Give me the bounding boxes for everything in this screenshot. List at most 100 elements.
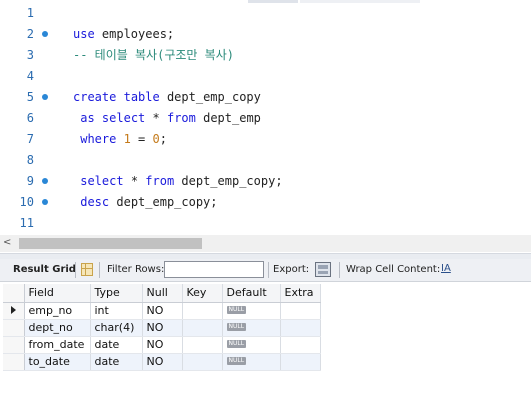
statement-marker-icon[interactable]: [42, 199, 48, 205]
cell-type[interactable]: char(4): [90, 319, 143, 337]
sql-keyword: table: [123, 90, 160, 104]
row-header[interactable]: [3, 319, 25, 337]
cell-type[interactable]: date: [90, 353, 143, 371]
code-text: desc dept_emp_copy;: [73, 192, 218, 213]
cell-default[interactable]: NULL: [222, 353, 281, 371]
cell-null[interactable]: NO: [142, 353, 183, 371]
sql-text: dept_emp_copy;: [109, 195, 218, 209]
sql-keyword: select: [101, 111, 146, 125]
cell-default[interactable]: NULL: [222, 319, 281, 337]
grid-icon[interactable]: [81, 263, 93, 276]
sql-keyword: as: [80, 111, 95, 125]
sql-keyword: create: [73, 90, 117, 104]
null-badge: NULL: [226, 340, 247, 348]
filter-rows-input[interactable]: [164, 261, 264, 278]
cell-type[interactable]: int: [90, 302, 143, 320]
editor-line[interactable]: 10 desc dept_emp_copy;: [0, 192, 531, 213]
statement-marker-icon[interactable]: [42, 178, 48, 184]
cell-key[interactable]: [182, 302, 223, 320]
sql-text: dept_emp: [195, 111, 261, 125]
sql-keyword: use: [73, 27, 95, 41]
line-number: 4: [26, 69, 34, 83]
column-header-null[interactable]: Null: [142, 284, 183, 303]
row-header[interactable]: [3, 336, 25, 354]
editor-line[interactable]: 9 select * from dept_emp_copy;: [0, 171, 531, 192]
sql-keyword: desc: [80, 195, 110, 209]
editor-line[interactable]: 6 as select * from dept_emp: [0, 108, 531, 129]
cell-type[interactable]: date: [90, 336, 143, 354]
wrap-cell-content-icon[interactable]: IA: [441, 263, 451, 274]
export-icon[interactable]: [315, 262, 331, 277]
sql-text: dept_emp_copy;: [174, 174, 283, 188]
line-number: 2: [26, 27, 34, 41]
editor-line[interactable]: 3 -- 테이블 복사(구조만 복사): [0, 45, 531, 66]
column-header-default[interactable]: Default: [222, 284, 281, 303]
cell-null[interactable]: NO: [142, 336, 183, 354]
row-header[interactable]: [3, 302, 25, 320]
column-header-extra[interactable]: Extra: [280, 284, 321, 303]
sql-text: ;: [159, 132, 167, 146]
editor-horizontal-scrollbar[interactable]: <: [0, 235, 531, 252]
column-header-type[interactable]: Type: [90, 284, 143, 303]
statement-marker-icon[interactable]: [42, 31, 48, 37]
cell-null[interactable]: NO: [142, 302, 183, 320]
table-row[interactable]: to_date date NO NULL: [3, 353, 321, 371]
cell-field[interactable]: dept_no: [24, 319, 91, 337]
table-row[interactable]: emp_no int NO NULL: [3, 302, 321, 320]
null-badge: NULL: [226, 357, 247, 365]
line-number: 1: [26, 6, 34, 20]
line-number: 9: [26, 174, 34, 188]
cell-extra[interactable]: [280, 302, 321, 320]
cell-key[interactable]: [182, 336, 223, 354]
editor-line[interactable]: 5 create table dept_emp_copy: [0, 87, 531, 108]
sql-number: 0: [152, 132, 160, 146]
cell-extra[interactable]: [280, 336, 321, 354]
sql-text: =: [130, 132, 153, 146]
cell-default[interactable]: NULL: [222, 336, 281, 354]
cell-default[interactable]: NULL: [222, 302, 281, 320]
cell-field[interactable]: emp_no: [24, 302, 91, 320]
result-grid-tab[interactable]: Result Grid: [13, 264, 76, 275]
result-toolbar: Result Grid Filter Rows: Export: Wrap Ce…: [0, 259, 531, 282]
code-text: create table dept_emp_copy: [73, 87, 261, 108]
toolbar-separator: [99, 262, 100, 278]
sql-number: 1: [123, 132, 131, 146]
table-row[interactable]: dept_no char(4) NO NULL: [3, 319, 321, 337]
cell-extra[interactable]: [280, 319, 321, 337]
cell-key[interactable]: [182, 319, 223, 337]
column-header-field[interactable]: Field: [24, 284, 91, 303]
null-badge: NULL: [226, 323, 247, 331]
sql-keyword: from: [145, 174, 175, 188]
statement-marker-icon[interactable]: [42, 94, 48, 100]
editor-line[interactable]: 1: [0, 3, 531, 24]
code-text: select * from dept_emp_copy;: [73, 171, 283, 192]
cell-field[interactable]: to_date: [24, 353, 91, 371]
export-label: Export:: [273, 264, 310, 275]
editor-line[interactable]: 7 where 1 = 0;: [0, 129, 531, 150]
cell-null[interactable]: NO: [142, 319, 183, 337]
table-row[interactable]: from_date date NO NULL: [3, 336, 321, 354]
column-header-key[interactable]: Key: [182, 284, 223, 303]
sql-text: *: [123, 174, 146, 188]
filter-rows-label: Filter Rows:: [107, 264, 165, 275]
code-text: as select * from dept_emp: [73, 108, 261, 129]
editor-line[interactable]: 8: [0, 150, 531, 171]
scrollbar-thumb[interactable]: [19, 238, 202, 249]
line-number: 8: [26, 153, 34, 167]
line-number: 11: [19, 216, 34, 230]
editor-line[interactable]: 4: [0, 66, 531, 87]
sql-text: dept_emp_copy: [159, 90, 261, 104]
line-number: 5: [26, 90, 34, 104]
scroll-left-arrow-icon[interactable]: <: [3, 237, 11, 248]
cell-key[interactable]: [182, 353, 223, 371]
line-number: 3: [26, 48, 34, 62]
editor-line[interactable]: 2 use employees;: [0, 24, 531, 45]
toolbar-separator: [268, 262, 269, 278]
row-header[interactable]: [3, 353, 25, 371]
sql-comment: -- 테이블 복사(구조만 복사): [73, 48, 234, 62]
cell-extra[interactable]: [280, 353, 321, 371]
sql-editor[interactable]: 1 2 use employees; 3 -- 테이블 복사(구조만 복사) 4 5 crea…: [0, 3, 531, 235]
editor-line[interactable]: 11: [0, 213, 531, 234]
cell-field[interactable]: from_date: [24, 336, 91, 354]
